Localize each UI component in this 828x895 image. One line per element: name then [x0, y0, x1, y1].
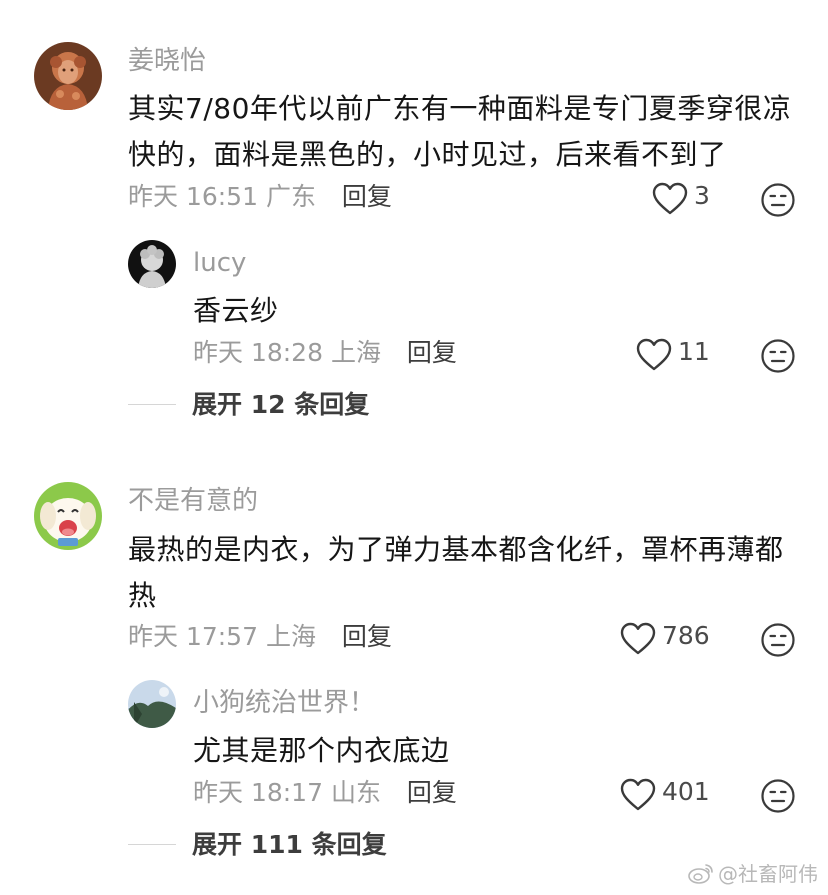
comment-text: 最热的是内衣，为了弹力基本都含化纤，罩杯再薄都热: [128, 533, 784, 612]
emoji-reaction-button[interactable]: [760, 622, 796, 658]
heart-icon: [636, 338, 672, 371]
comment-meta: 昨天 16:51 广东 回复: [128, 184, 392, 209]
reply-text: 尤其是那个内衣底边: [193, 734, 450, 767]
like-count: 11: [678, 336, 710, 366]
heart-icon: [652, 182, 688, 215]
reply-button[interactable]: 回复: [342, 622, 392, 651]
watermark-text: @社畜阿伟: [718, 862, 818, 886]
location: 上海: [330, 338, 381, 367]
expand-replies-label: 展开 111 条回复: [192, 830, 387, 859]
neutral-face-icon: [761, 779, 795, 813]
like-count: 401: [662, 776, 710, 806]
username[interactable]: lucy: [193, 250, 246, 276]
weibo-logo-icon: [688, 863, 713, 884]
reply-meta: 昨天 18:17 山东 回复: [193, 780, 457, 805]
comment-text: 其实7/80年代以前广东有一种面料是专门夏季穿很凉快的，面料是黑色的，小时见过，…: [128, 92, 792, 171]
neutral-face-icon: [761, 623, 795, 657]
location: 广东: [265, 182, 316, 211]
avatar[interactable]: [34, 42, 102, 110]
location: 山东: [330, 778, 381, 807]
timestamp: 昨天 17:57: [128, 622, 258, 651]
divider: [128, 404, 176, 405]
emoji-reaction-button[interactable]: [760, 338, 796, 374]
cartoon-dog-avatar-icon: [34, 482, 102, 550]
watermark: @社畜阿伟: [688, 858, 818, 887]
timestamp: 昨天 18:28: [193, 338, 323, 367]
expand-replies-button[interactable]: 展开 12 条回复: [128, 392, 369, 417]
location: 上海: [265, 622, 316, 651]
reply-button[interactable]: 回复: [407, 338, 457, 367]
heart-icon: [620, 622, 656, 655]
username[interactable]: 不是有意的: [128, 488, 258, 514]
portrait-avatar-icon: [34, 42, 102, 110]
expand-replies-label: 展开 12 条回复: [192, 390, 370, 419]
reply-button[interactable]: 回复: [407, 778, 457, 807]
like-button[interactable]: 3: [652, 182, 710, 216]
avatar[interactable]: [128, 680, 176, 728]
divider: [128, 844, 176, 845]
like-button[interactable]: 786: [620, 622, 710, 656]
like-count: 3: [694, 180, 710, 210]
timestamp: 昨天 18:17: [193, 778, 323, 807]
username[interactable]: 姜晓怡: [128, 48, 206, 74]
neutral-face-icon: [761, 183, 795, 217]
like-button[interactable]: 11: [636, 338, 710, 372]
like-button[interactable]: 401: [620, 778, 710, 812]
silhouette-avatar-icon: [128, 240, 176, 288]
landscape-avatar-icon: [128, 680, 176, 728]
reply-button[interactable]: 回复: [342, 182, 392, 211]
avatar[interactable]: [128, 240, 176, 288]
timestamp: 昨天 16:51: [128, 182, 258, 211]
like-count: 786: [662, 620, 710, 650]
comment-meta: 昨天 17:57 上海 回复: [128, 624, 392, 649]
reply-meta: 昨天 18:28 上海 回复: [193, 340, 457, 365]
emoji-reaction-button[interactable]: [760, 182, 796, 218]
avatar[interactable]: [34, 482, 102, 550]
heart-icon: [620, 778, 656, 811]
reply-text: 香云纱: [193, 294, 279, 327]
emoji-reaction-button[interactable]: [760, 778, 796, 814]
expand-replies-button[interactable]: 展开 111 条回复: [128, 832, 387, 857]
username[interactable]: 小狗统治世界！: [193, 690, 375, 716]
neutral-face-icon: [761, 339, 795, 373]
